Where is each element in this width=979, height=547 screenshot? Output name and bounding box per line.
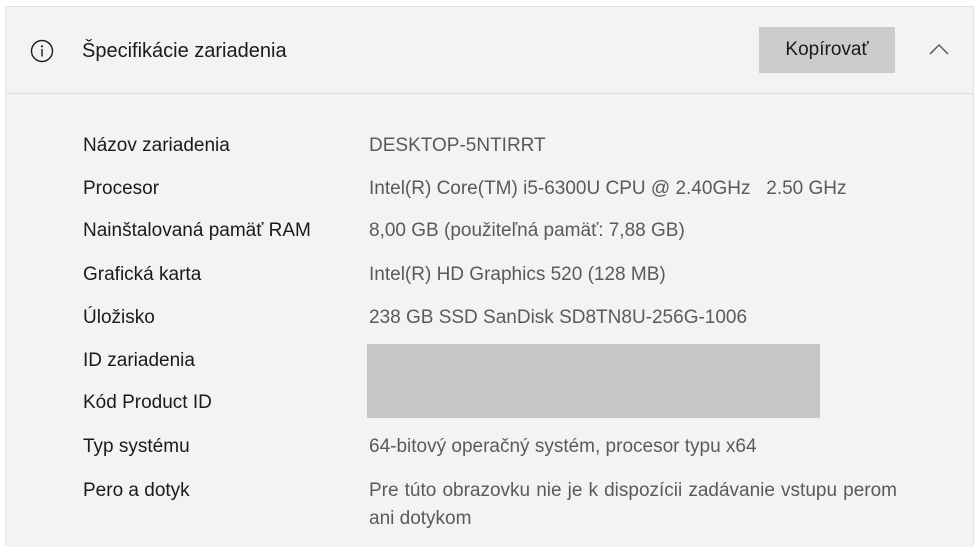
chevron-up-icon: [929, 43, 949, 55]
spec-label: Procesor: [83, 178, 160, 199]
spec-label: ID zariadenia: [83, 350, 195, 371]
device-specifications-panel: Špecifikácie zariadenia Kopírovať Názov …: [5, 6, 974, 547]
section-title: Špecifikácie zariadenia: [82, 40, 287, 62]
spec-row-system-type: Typ systému 64-bitový operačný systém, p…: [83, 433, 943, 463]
spec-value: Intel(R) HD Graphics 520 (128 MB): [369, 264, 666, 285]
spec-label: Grafická karta: [83, 264, 202, 285]
info-circle-icon: [30, 39, 54, 63]
spec-row-graphics: Grafická karta Intel(R) HD Graphics 520 …: [83, 261, 943, 291]
collapse-button[interactable]: [924, 37, 954, 61]
spec-value: 64-bitový operačný systém, procesor typu…: [369, 436, 757, 457]
spec-label: Pero a dotyk: [83, 480, 190, 501]
spec-value: Intel(R) Core(TM) i5-6300U CPU @ 2.40GHz…: [369, 178, 847, 199]
spec-label: Názov zariadenia: [83, 135, 230, 156]
panel-header[interactable]: Špecifikácie zariadenia Kopírovať: [6, 7, 973, 94]
spec-value: 8,00 GB (použiteľná pamäť: 7,88 GB): [369, 220, 685, 241]
redacted-area: [367, 344, 820, 418]
spec-row-ram: Nainštalovaná pamäť RAM 8,00 GB (použite…: [83, 217, 943, 247]
spec-value: 238 GB SSD SanDisk SD8TN8U-256G-1006: [369, 307, 748, 328]
spec-label: Typ systému: [83, 436, 190, 457]
spec-row-storage: Úložisko 238 GB SSD SanDisk SD8TN8U-256G…: [83, 304, 943, 334]
spec-label: Kód Product ID: [83, 392, 212, 413]
spec-label: Nainštalovaná pamäť RAM: [83, 220, 311, 241]
spec-value: DESKTOP-5NTIRRT: [369, 135, 546, 156]
spec-row-pen-touch: Pero a dotyk Pre túto obrazovku nie je k…: [83, 477, 943, 537]
spec-label: Úložisko: [83, 307, 155, 328]
spec-row-device-name: Názov zariadenia DESKTOP-5NTIRRT: [83, 132, 943, 162]
specifications-list: Názov zariadenia DESKTOP-5NTIRRT Proceso…: [6, 94, 973, 547]
spec-value: Pre túto obrazovku nie je k dispozícii z…: [369, 480, 897, 529]
copy-button[interactable]: Kopírovať: [759, 27, 895, 73]
spec-row-processor: Procesor Intel(R) Core(TM) i5-6300U CPU …: [83, 175, 943, 205]
